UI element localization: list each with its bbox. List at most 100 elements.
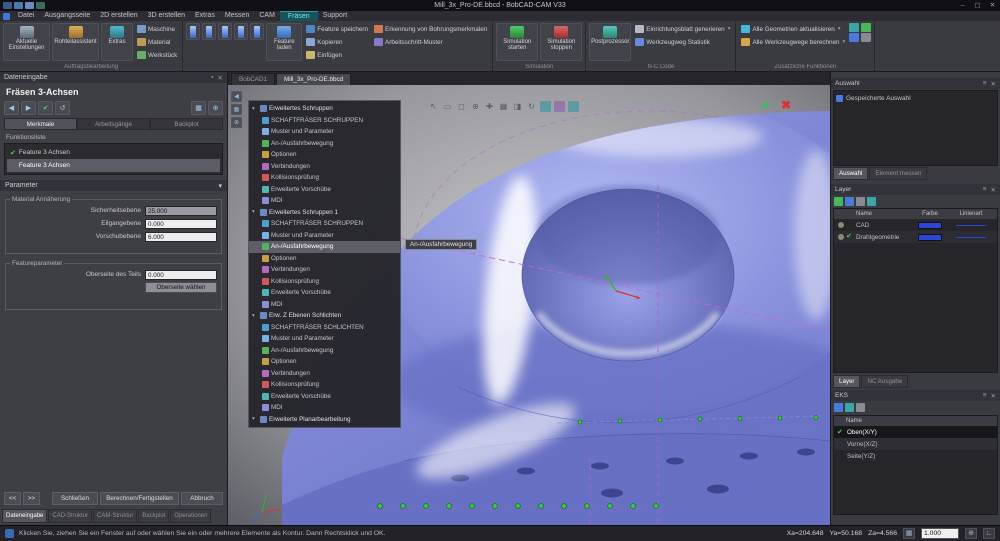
tree-item[interactable]: ▾ Verbindungen (249, 161, 400, 173)
document-tab[interactable]: Mill_3x_Pro-DE.bbcd (276, 73, 351, 85)
milling-feature-5-button[interactable] (250, 23, 264, 40)
number-input[interactable]: 6.000 (145, 232, 217, 242)
step-pattern-button[interactable]: Arbeitsschritt-Muster (372, 36, 489, 48)
panel-tab[interactable]: CAM-Struktur (93, 509, 137, 523)
close-button[interactable]: ✕ (985, 0, 1000, 11)
list-item[interactable]: ✔ Feature 3 Achsen (7, 159, 220, 172)
tree-item[interactable]: ▾ Verbindungen (249, 368, 400, 380)
tree-item[interactable]: ▾ Optionen (249, 149, 400, 161)
snap-target-icon[interactable]: ⊕ (965, 528, 977, 539)
view-tool-icon[interactable]: ▦ (498, 101, 509, 112)
number-input[interactable]: 25.000 (145, 206, 217, 216)
milling-feature-1-button[interactable] (186, 23, 200, 40)
tree-item[interactable]: ▾ Muster und Parameter (249, 333, 400, 345)
panel-tab[interactable]: Operationen (170, 509, 211, 523)
layer-row[interactable]: ✔ CAD (834, 219, 997, 231)
expander-icon[interactable]: ▾ (252, 106, 258, 112)
compute-finish-button[interactable]: Berechnen/Fertigstellen (100, 492, 179, 505)
tree-item[interactable]: ▾ Erweiterte Vorschübe (249, 391, 400, 403)
tree-item[interactable]: ▾ Kollisionsprüfung (249, 172, 400, 184)
hole-recognition-button[interactable]: Erkennung von Bohrungsmerkmalen (372, 23, 489, 35)
milling-feature-2-button[interactable] (202, 23, 216, 40)
save-icon[interactable] (3, 2, 12, 9)
milling-feature-4-button[interactable] (234, 23, 248, 40)
undo-button[interactable]: ↺ (55, 101, 70, 115)
tree-item[interactable]: ▾ Muster und Parameter (249, 230, 400, 242)
cancel-wizard-button[interactable]: Abbruch (181, 492, 223, 505)
panel-tab[interactable]: Backplot (138, 509, 169, 523)
add-wcs-icon[interactable] (834, 403, 843, 412)
wcs-row[interactable]: ✔ Seite(Y/Z) (834, 450, 997, 462)
ortho-mode-icon[interactable]: ∟ (983, 528, 995, 539)
close-icon[interactable]: ✕ (991, 80, 996, 88)
part-top-input[interactable]: 0.000 (145, 270, 217, 280)
back-button[interactable]: ◀ (4, 101, 19, 115)
tree-item[interactable]: ▾ Optionen (249, 253, 400, 265)
calc-toolpaths-button[interactable]: Alle Werkzeugwege berechnen▾ (739, 36, 847, 48)
grid-tool-icon[interactable]: ▦ (191, 101, 206, 115)
pick-top-button[interactable]: Oberseite wählen (145, 282, 217, 293)
tree-item[interactable]: ▾ Kollisionsprüfung (249, 379, 400, 391)
tree-item[interactable]: ▾ Erweitertes Schruppen 1 (249, 207, 400, 219)
menu-item[interactable]: CAM (254, 11, 280, 21)
dock-tab[interactable]: NC Ausgabe (861, 375, 908, 388)
feature-tab[interactable]: Backplot (150, 118, 223, 130)
setup-sheet-button[interactable]: Einrichtungsblatt generieren▾ (633, 23, 732, 35)
pin-icon[interactable]: ▪ (211, 74, 213, 82)
menu-item-support[interactable]: Support (318, 11, 353, 21)
tree-item[interactable]: ▾ MDI (249, 299, 400, 311)
paste-button[interactable]: Einfügen (304, 49, 370, 61)
workpiece-button[interactable]: Werkstück (135, 49, 179, 61)
geometry-filter-icon[interactable] (849, 23, 859, 32)
forward-button[interactable]: ▶ (21, 101, 36, 115)
simulation-start-button[interactable]: Simulation starten (496, 23, 538, 61)
tree-item[interactable]: ▾ Optionen (249, 356, 400, 368)
tree-item[interactable]: ▾ Erweitertes Schruppen (249, 103, 400, 115)
apply-button[interactable]: ✔ (38, 101, 53, 115)
cancel-selection-button[interactable]: ✖ (781, 98, 791, 112)
list-item[interactable]: ✔ Feature 3 Achsen (7, 146, 220, 159)
redo-icon[interactable] (25, 2, 34, 9)
tree-item[interactable]: ▾ SCHAFTFRÄSER SCHRUPPEN (249, 218, 400, 230)
feature-tab[interactable]: Arbeitsgänge (77, 118, 150, 130)
snap-grid-icon[interactable]: ▦ (903, 528, 915, 539)
tree-item[interactable]: ▾ Erweiterte Planarbearbeitung (249, 414, 400, 426)
tree-item[interactable]: ▾ An-/Ausfahrbewegung (249, 345, 400, 357)
toolpath-stats-button[interactable]: Werkzeugweg Statistik (633, 36, 732, 48)
tree-item[interactable]: ▾ Erweiterte Vorschübe (249, 184, 400, 196)
target-tool-icon[interactable]: ⊕ (208, 101, 223, 115)
parameter-header[interactable]: Parameter ▾ (0, 180, 227, 191)
selection-tab[interactable]: Auswahl (833, 167, 868, 180)
print-icon[interactable] (36, 2, 45, 9)
view-tool-icon[interactable]: ↖ (428, 101, 439, 112)
tree-item[interactable]: ▾ Erweiterte Vorschübe (249, 287, 400, 299)
expander-icon[interactable]: ▾ (252, 313, 258, 319)
edit-layer-icon[interactable] (845, 197, 854, 206)
increment-input[interactable]: 1.000 (921, 528, 959, 539)
saved-selection-item[interactable]: Gespeicherte Auswahl (836, 93, 995, 104)
visibility-bulb-icon[interactable] (838, 222, 844, 228)
next-button[interactable]: >> (23, 492, 40, 505)
close-icon[interactable]: ✕ (991, 392, 996, 400)
tree-item[interactable]: ▾ Muster und Parameter (249, 126, 400, 138)
wcs-options-icon[interactable] (856, 403, 865, 412)
feature-tab[interactable]: Merkmale (4, 118, 77, 130)
shading-mode-icon[interactable] (540, 101, 551, 112)
simulation-stop-button[interactable]: Simulation stoppen (540, 23, 582, 61)
menu-item[interactable]: Datei (13, 11, 39, 21)
view-tool-icon[interactable]: ▭ (442, 101, 453, 112)
copy-button[interactable]: Kopieren (304, 36, 370, 48)
undo-icon[interactable] (14, 2, 23, 9)
material-button[interactable]: Material (135, 36, 179, 48)
view-tool-icon[interactable]: ◨ (512, 101, 523, 112)
selection-filter-icon[interactable]: ▦ (231, 104, 242, 115)
tree-item[interactable]: ▾ An-/Ausfahrbewegung (249, 138, 400, 150)
expander-icon[interactable]: ▾ (252, 209, 258, 215)
layer-filter-icon[interactable] (867, 197, 876, 206)
view-options-icon[interactable]: ⊕ (231, 117, 242, 128)
close-icon[interactable]: ✕ (218, 74, 223, 82)
milling-feature-3-button[interactable] (218, 23, 232, 40)
color-swatch[interactable] (918, 222, 942, 229)
menu-item[interactable]: Messen (220, 11, 255, 21)
color-swatch[interactable] (918, 234, 942, 241)
